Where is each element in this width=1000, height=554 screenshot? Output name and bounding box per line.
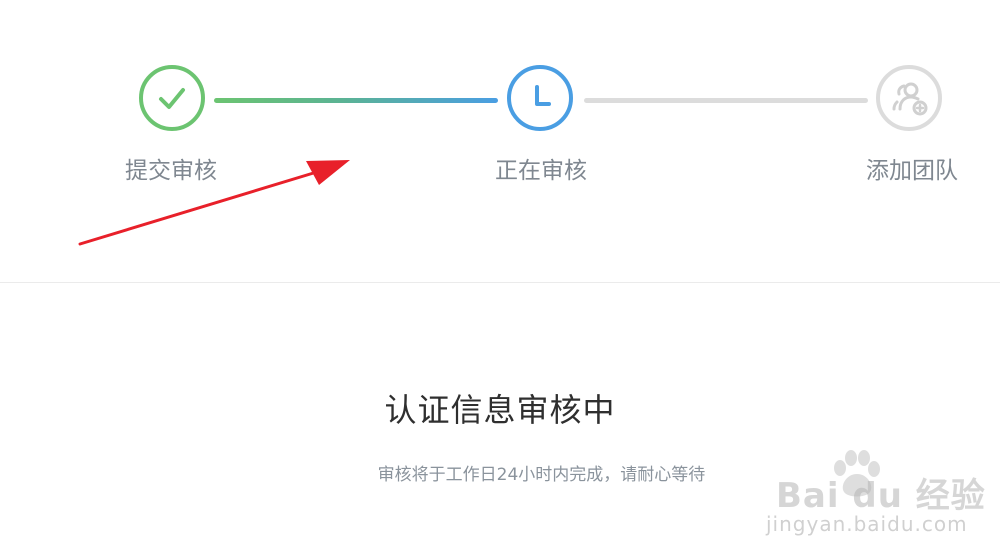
step-label: 提交审核 (125, 158, 217, 184)
step-circle-pending (876, 65, 942, 131)
connector-completed (214, 98, 498, 103)
step-circle-current (507, 65, 573, 131)
progress-stepper: 提交审核 正在审核 添加团队 (0, 0, 1000, 282)
step-circle-completed (139, 65, 205, 131)
step-label: 正在审核 (495, 158, 587, 184)
watermark-brand: Bai du 经验 (776, 476, 986, 516)
step-label: 添加团队 (866, 158, 958, 184)
baidu-jingyan-watermark: Bai du 经验 jingyan.baidu.com (760, 446, 990, 546)
clock-icon (535, 85, 551, 106)
watermark-url: jingyan.baidu.com (766, 512, 968, 536)
connector-pending (584, 98, 868, 103)
section-divider (0, 282, 1000, 283)
add-team-icon (892, 82, 928, 116)
status-title: 认证信息审核中 (384, 391, 616, 429)
check-icon (159, 88, 185, 109)
red-arrow-icon (78, 160, 350, 246)
